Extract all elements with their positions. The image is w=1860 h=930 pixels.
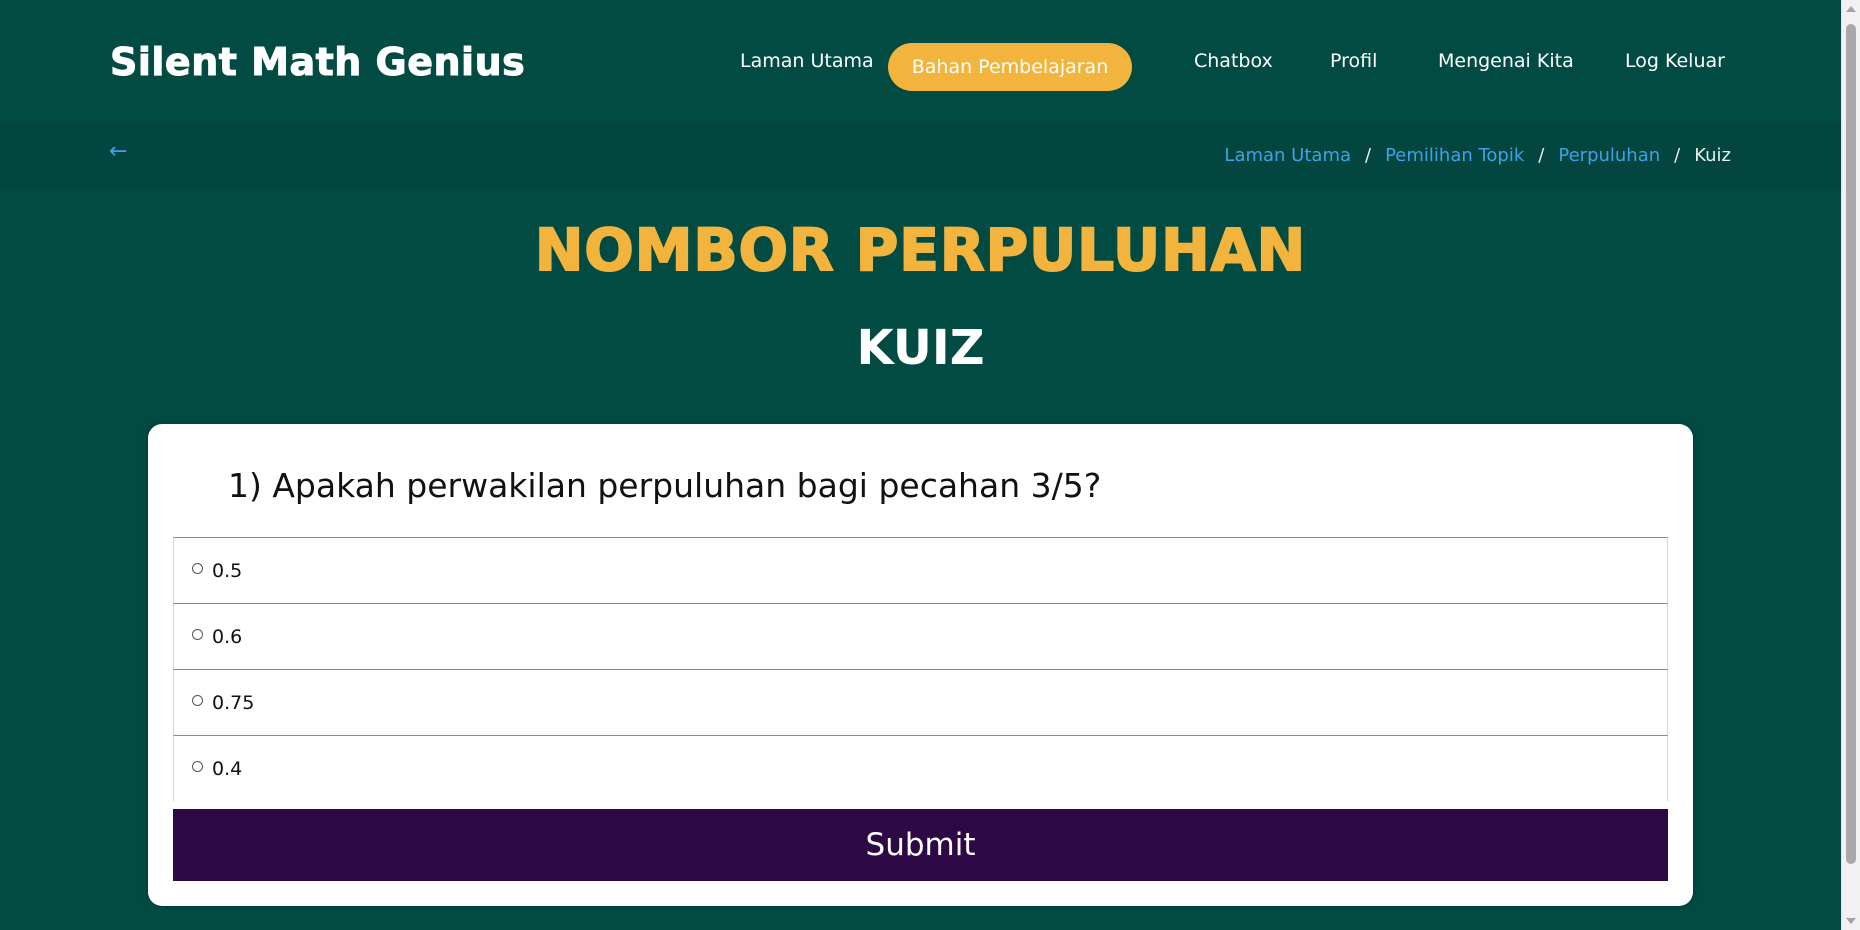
scroll-down-arrow-icon[interactable] <box>1846 918 1856 924</box>
option-label: 0.75 <box>212 692 255 714</box>
scroll-thumb[interactable] <box>1846 24 1856 864</box>
quiz-option[interactable]: 0.6 <box>173 603 1668 669</box>
quiz-options: 0.5 0.6 0.75 0.4 <box>173 537 1668 801</box>
breadcrumb-decimals[interactable]: Perpuluhan <box>1558 145 1660 166</box>
nav-profile[interactable]: Profil <box>1330 50 1377 72</box>
nav-home[interactable]: Laman Utama <box>740 50 874 72</box>
radio-button[interactable] <box>192 761 203 772</box>
nav-logout[interactable]: Log Keluar <box>1625 50 1725 72</box>
quiz-card: 1) Apakah perwakilan perpuluhan bagi pec… <box>148 424 1693 906</box>
breadcrumb-current: Kuiz <box>1694 145 1731 166</box>
breadcrumb-home[interactable]: Laman Utama <box>1224 145 1351 166</box>
option-label: 0.4 <box>212 758 243 780</box>
scroll-up-arrow-icon[interactable] <box>1846 6 1856 12</box>
quiz-option[interactable]: 0.4 <box>173 735 1668 801</box>
breadcrumb-topic-selection[interactable]: Pemilihan Topik <box>1385 145 1524 166</box>
quiz-option[interactable]: 0.5 <box>173 537 1668 603</box>
radio-button[interactable] <box>192 563 203 574</box>
radio-button[interactable] <box>192 629 203 640</box>
breadcrumb-separator: / <box>1365 145 1372 166</box>
quiz-option[interactable]: 0.75 <box>173 669 1668 735</box>
radio-button[interactable] <box>192 695 203 706</box>
breadcrumb-separator: / <box>1674 145 1681 166</box>
option-label: 0.6 <box>212 626 243 648</box>
nav-learning-materials[interactable]: Bahan Pembelajaran <box>888 43 1132 91</box>
page-title: NOMBOR PERPULUHAN <box>534 215 1307 285</box>
option-label: 0.5 <box>212 560 243 582</box>
scrollbar[interactable] <box>1841 0 1860 930</box>
breadcrumb-separator: / <box>1538 145 1545 166</box>
page-subtitle: KUIZ <box>856 320 985 376</box>
submit-button[interactable]: Submit <box>173 809 1668 881</box>
breadcrumb: Laman Utama / Pemilihan Topik / Perpuluh… <box>1224 145 1731 166</box>
back-arrow-icon[interactable]: ← <box>109 141 127 163</box>
page: Silent Math Genius Laman Utama Bahan Pem… <box>0 0 1860 930</box>
navbar: Silent Math Genius Laman Utama Bahan Pem… <box>0 0 1841 123</box>
quiz-question: 1) Apakah perwakilan perpuluhan bagi pec… <box>228 466 1102 505</box>
breadcrumb-bar: ← Laman Utama / Pemilihan Topik / Perpul… <box>0 123 1841 189</box>
nav-chatbox[interactable]: Chatbox <box>1194 50 1273 72</box>
nav-about[interactable]: Mengenai Kita <box>1438 50 1574 72</box>
brand-logo[interactable]: Silent Math Genius <box>109 40 525 85</box>
